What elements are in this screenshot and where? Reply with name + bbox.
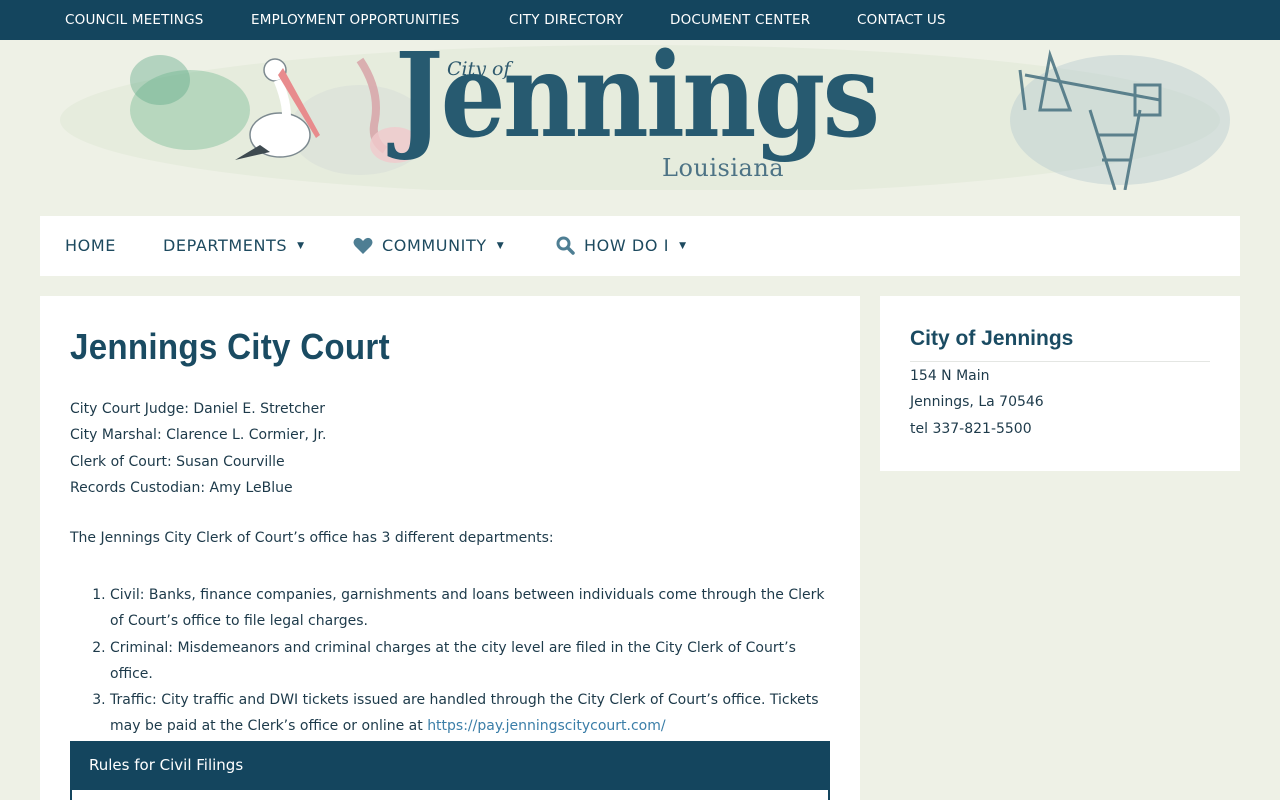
caret-down-icon: ▼: [496, 240, 505, 251]
nav-home[interactable]: HOME: [65, 236, 116, 255]
nav-how-do-i-label: HOW DO I: [584, 236, 670, 255]
topnav-employment-opportunities[interactable]: EMPLOYMENT OPPORTUNITIES: [251, 12, 460, 28]
court-staff-list: City Court Judge: Daniel E. Stretcher Ci…: [70, 396, 326, 501]
phone-line: tel 337-821-5500: [910, 420, 1032, 437]
top-utility-nav: COUNCIL MEETINGS EMPLOYMENT OPPORTUNITIE…: [0, 0, 1280, 40]
nav-community-label: COMMUNITY: [382, 236, 487, 255]
nav-departments-label: DEPARTMENTS: [163, 236, 288, 255]
topnav-city-directory[interactable]: CITY DIRECTORY: [509, 12, 623, 28]
nav-community[interactable]: COMMUNITY ▼: [353, 236, 504, 255]
main-nav: HOME DEPARTMENTS ▼ COMMUNITY ▼ HOW DO I …: [40, 216, 1240, 276]
list-item: Civil: Banks, finance companies, garnish…: [110, 582, 830, 635]
rules-civil-filings-header[interactable]: Rules for Civil Filings: [70, 741, 830, 790]
nav-departments[interactable]: DEPARTMENTS ▼: [163, 236, 305, 255]
payment-link[interactable]: https://pay.jenningscitycourt.com/: [427, 718, 665, 734]
departments-list: Civil: Banks, finance companies, garnish…: [110, 582, 830, 740]
departments-intro: The Jennings City Clerk of Court’s offic…: [70, 530, 554, 546]
topnav-council-meetings[interactable]: COUNCIL MEETINGS: [65, 12, 204, 28]
main-content: Jennings City Court City Court Judge: Da…: [40, 296, 860, 800]
staff-line: City Marshal: Clarence L. Cormier, Jr.: [70, 427, 327, 444]
site-banner[interactable]: City of Jennings Louisiana: [40, 40, 1240, 190]
topnav-contact-us[interactable]: CONTACT US: [857, 12, 946, 28]
caret-down-icon: ▼: [297, 240, 305, 251]
heart-icon: [353, 237, 373, 255]
sidebar-title: City of Jennings: [910, 327, 1210, 362]
nav-home-label: HOME: [65, 236, 116, 255]
staff-line: City Court Judge: Daniel E. Stretcher: [70, 401, 326, 417]
logo-wordmark: Jennings: [395, 40, 880, 164]
address-line: Jennings, La 70546: [910, 394, 1044, 411]
nav-how-do-i[interactable]: HOW DO I ▼: [556, 236, 687, 255]
page-title: Jennings City Court: [70, 326, 390, 367]
search-icon: [556, 236, 575, 255]
address-line: 154 N Main: [910, 368, 990, 384]
list-item: Traffic: City traffic and DWI tickets is…: [110, 687, 830, 740]
topnav-document-center[interactable]: DOCUMENT CENTER: [670, 12, 810, 28]
caret-down-icon: ▼: [679, 240, 687, 251]
staff-line: Records Custodian: Amy LeBlue: [70, 479, 293, 496]
rules-civil-filings-panel: [70, 790, 830, 800]
list-item: Criminal: Misdemeanors and criminal char…: [110, 635, 830, 688]
sidebar-address: 154 N Main Jennings, La 70546 tel 337-82…: [910, 363, 1044, 442]
logo-state: Louisiana: [662, 154, 785, 182]
staff-line: Clerk of Court: Susan Courville: [70, 453, 285, 470]
sidebar-contact-card: City of Jennings 154 N Main Jennings, La…: [880, 296, 1240, 471]
